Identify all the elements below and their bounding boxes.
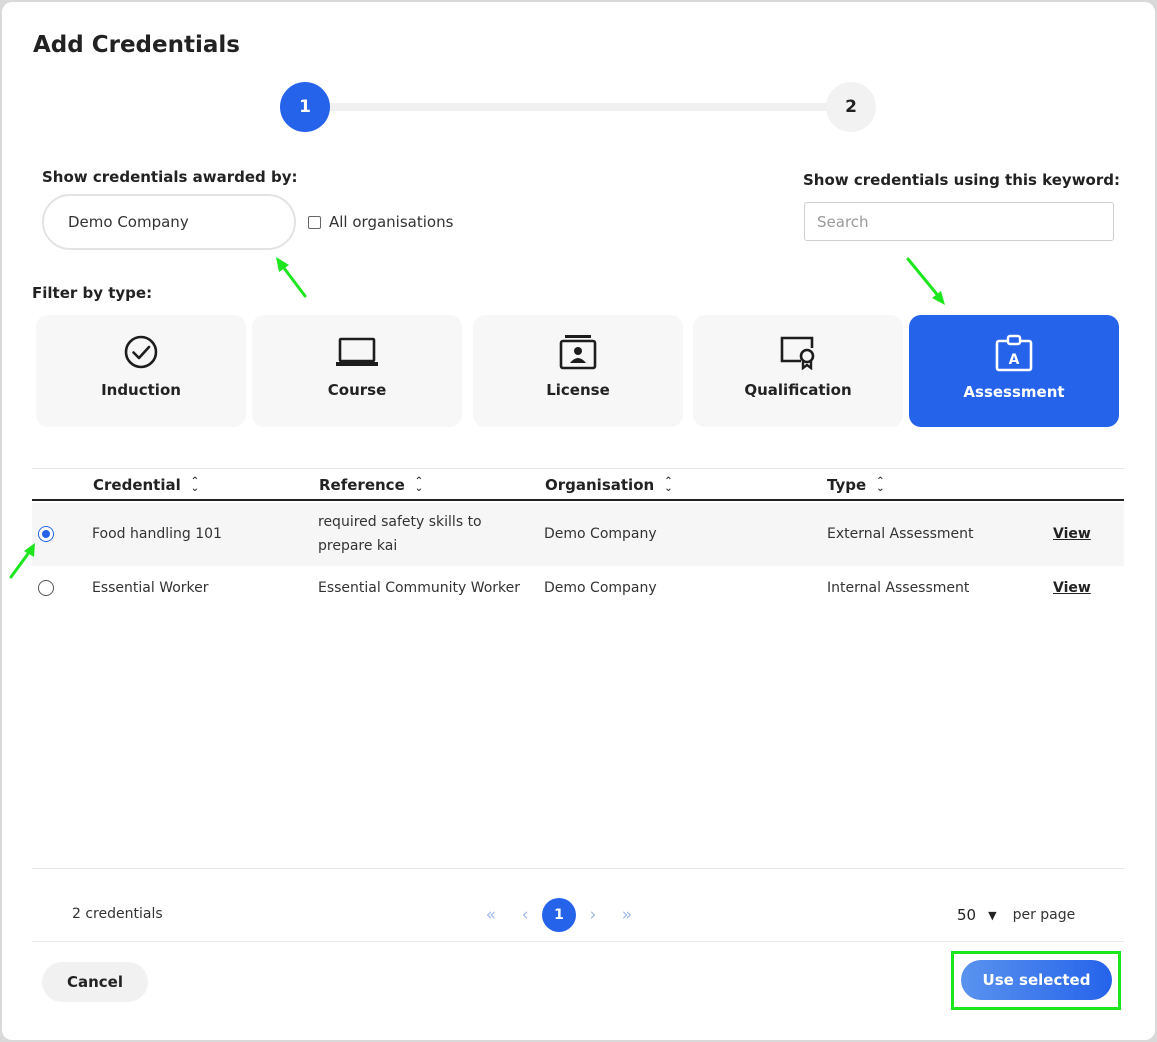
type-tile-induction[interactable]: Induction	[36, 315, 246, 427]
column-label-credential: Credential	[93, 476, 181, 494]
type-label-license: License	[546, 381, 610, 399]
table-row[interactable]: Essential Worker Essential Community Wor…	[32, 566, 1124, 612]
column-label-organisation: Organisation	[545, 476, 655, 494]
cell-reference-line: required safety skills to	[318, 514, 482, 530]
organisation-select-value: Demo Company	[68, 213, 189, 231]
cell-organisation: Demo Company	[544, 580, 657, 596]
column-header-type[interactable]: Type ⌃ ⌄	[827, 476, 885, 494]
table-header: Credential ⌃ ⌄ Reference ⌃ ⌄ Organisation …	[32, 469, 1124, 501]
chevron-down-icon: ▼	[988, 908, 997, 922]
column-label-reference: Reference	[319, 476, 405, 494]
type-tile-license[interactable]: License	[473, 315, 683, 427]
per-page-label: per page	[1012, 907, 1076, 923]
filter-type-label: Filter by type:	[32, 284, 153, 302]
view-link[interactable]: View	[1053, 526, 1091, 542]
all-organisations-checkbox[interactable]	[308, 215, 321, 229]
column-header-credential[interactable]: Credential ⌃ ⌄	[93, 476, 199, 494]
row-radio-selected[interactable]	[38, 526, 54, 542]
table-row[interactable]: Food handling 101 required safety skills…	[32, 503, 1124, 566]
cell-reference: Essential Community Worker	[318, 580, 521, 596]
all-organisations-toggle[interactable]: All organisations	[308, 213, 453, 231]
cell-reference-line: prepare kai	[318, 538, 398, 554]
awarded-by-label: Show credentials awarded by:	[42, 168, 298, 186]
type-label-assessment: Assessment	[963, 383, 1065, 401]
assessment-badge-icon: A	[995, 334, 1033, 372]
first-page-icon[interactable]: «	[474, 905, 508, 925]
svg-text:A: A	[1009, 352, 1020, 368]
prev-page-icon[interactable]: ‹	[508, 905, 542, 925]
search-input[interactable]	[804, 202, 1114, 241]
all-organisations-label: All organisations	[329, 213, 454, 231]
sort-icon[interactable]: ⌃ ⌄	[415, 477, 423, 494]
per-page-select[interactable]: 50 ▼ per page	[957, 906, 1075, 924]
certificate-icon	[780, 336, 815, 370]
keyword-label: Show credentials using this keyword:	[803, 171, 1120, 189]
type-label-induction: Induction	[101, 381, 181, 399]
view-link[interactable]: View	[1053, 580, 1091, 596]
id-badge-icon	[559, 335, 597, 370]
cell-credential: Food handling 101	[92, 526, 222, 542]
use-selected-button[interactable]: Use selected	[961, 960, 1112, 1000]
type-label-qualification: Qualification	[744, 381, 852, 399]
footer-divider	[32, 941, 1124, 942]
cell-reference: required safety skills to prepare kai	[318, 510, 482, 558]
stepper-track	[322, 103, 842, 111]
cell-credential: Essential Worker	[92, 580, 209, 596]
step-2[interactable]: 2	[826, 82, 876, 132]
laptop-icon	[336, 337, 378, 366]
next-page-icon[interactable]: ›	[576, 905, 610, 925]
per-page-value: 50	[957, 906, 977, 924]
last-page-icon[interactable]: »	[610, 905, 644, 925]
footer-divider	[32, 868, 1124, 869]
add-credentials-dialog: Add Credentials 1 2 Show credentials awa…	[2, 2, 1155, 1040]
organisation-select[interactable]: Demo Company	[42, 194, 296, 250]
type-tile-qualification[interactable]: Qualification	[693, 315, 903, 427]
step-1[interactable]: 1	[280, 82, 330, 132]
cancel-button[interactable]: Cancel	[42, 962, 148, 1002]
cell-organisation: Demo Company	[544, 526, 657, 542]
type-tile-course[interactable]: Course	[252, 315, 462, 427]
dialog-title: Add Credentials	[33, 32, 240, 58]
row-radio[interactable]	[38, 580, 54, 596]
column-header-organisation[interactable]: Organisation ⌃ ⌄	[545, 476, 673, 494]
column-label-type: Type	[827, 476, 867, 494]
type-label-course: Course	[327, 381, 387, 399]
pagination: « ‹ 1 › »	[474, 898, 644, 932]
check-circle-icon	[124, 335, 158, 369]
cell-type: External Assessment	[827, 526, 974, 542]
cell-type: Internal Assessment	[827, 580, 970, 596]
sort-icon[interactable]: ⌃ ⌄	[664, 477, 672, 494]
credentials-count: 2 credentials	[72, 906, 163, 922]
sort-icon[interactable]: ⌃ ⌄	[876, 477, 884, 494]
column-header-reference[interactable]: Reference ⌃ ⌄	[319, 476, 423, 494]
sort-icon[interactable]: ⌃ ⌄	[191, 477, 199, 494]
current-page-button[interactable]: 1	[542, 898, 576, 932]
type-tile-assessment[interactable]: A Assessment	[909, 315, 1119, 427]
